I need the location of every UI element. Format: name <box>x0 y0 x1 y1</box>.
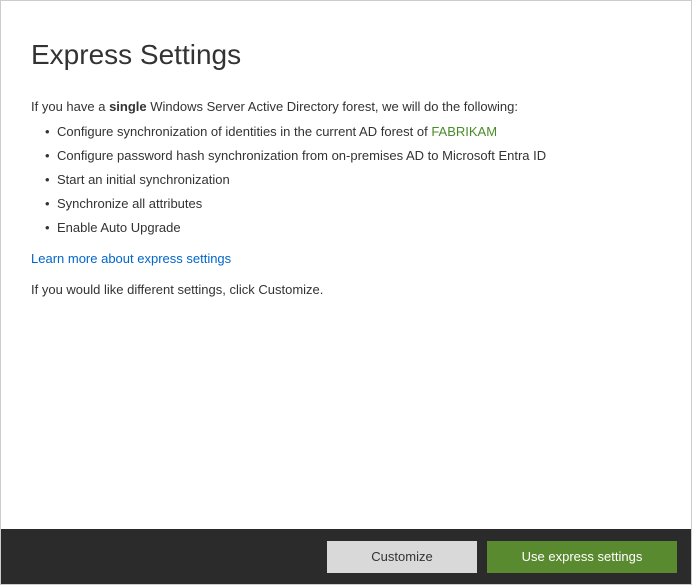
bullet-text: Configure synchronization of identities … <box>57 124 431 139</box>
intro-suffix: Windows Server Active Directory forest, … <box>147 99 518 114</box>
footer-bar: Customize Use express settings <box>1 529 691 584</box>
intro-prefix: If you have a <box>31 99 109 114</box>
customize-button[interactable]: Customize <box>327 541 477 573</box>
list-item: Synchronize all attributes <box>45 196 661 211</box>
page-title: Express Settings <box>31 39 661 71</box>
intro-text: If you have a single Windows Server Acti… <box>31 99 661 114</box>
forest-name: FABRIKAM <box>431 124 497 139</box>
customize-note: If you would like different settings, cl… <box>31 282 661 297</box>
list-item: Configure synchronization of identities … <box>45 124 661 139</box>
list-item: Configure password hash synchronization … <box>45 148 661 163</box>
learn-more-link[interactable]: Learn more about express settings <box>31 251 231 266</box>
list-item: Enable Auto Upgrade <box>45 220 661 235</box>
list-item: Start an initial synchronization <box>45 172 661 187</box>
main-content: Express Settings If you have a single Wi… <box>1 1 691 317</box>
bullet-list: Configure synchronization of identities … <box>31 124 661 235</box>
intro-bold: single <box>109 99 147 114</box>
use-express-settings-button[interactable]: Use express settings <box>487 541 677 573</box>
